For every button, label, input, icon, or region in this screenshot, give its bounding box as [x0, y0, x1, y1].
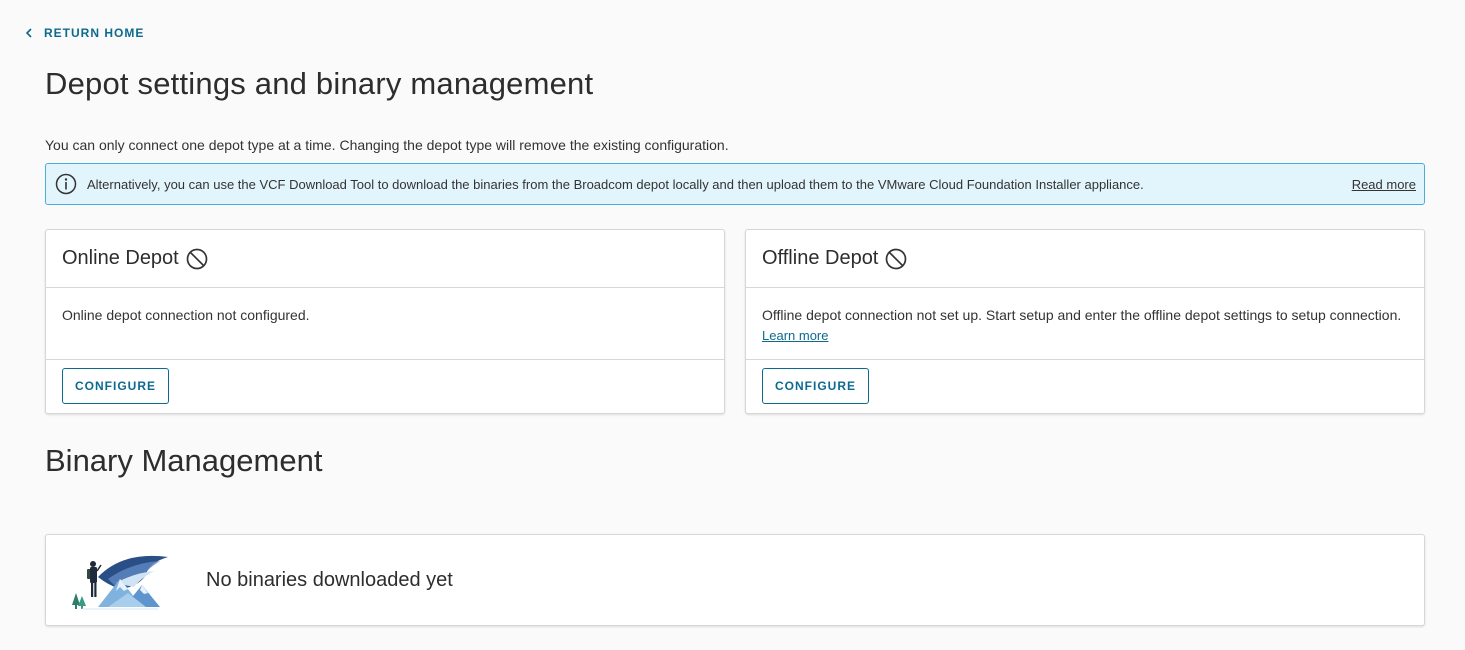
- offline-depot-card: Offline Depot Offline depot connection n…: [745, 229, 1425, 414]
- offline-depot-header: Offline Depot: [746, 230, 1424, 288]
- ban-icon: [186, 248, 208, 269]
- online-configure-button[interactable]: CONFIGURE: [62, 368, 169, 404]
- online-depot-footer: CONFIGURE: [46, 360, 724, 412]
- offline-depot-body: Offline depot connection not set up. Sta…: [746, 288, 1424, 360]
- offline-depot-message: Offline depot connection not set up. Sta…: [762, 307, 1402, 323]
- learn-more-link[interactable]: Learn more: [762, 328, 828, 343]
- return-home-label: RETURN HOME: [44, 26, 145, 40]
- hiker-mountains-illustration: [72, 555, 168, 610]
- online-depot-message: Online depot connection not configured.: [62, 307, 310, 323]
- read-more-link[interactable]: Read more: [1352, 177, 1416, 192]
- offline-depot-title: Offline Depot: [762, 247, 879, 269]
- chevron-left-icon: [25, 28, 32, 38]
- binaries-empty-state: No binaries downloaded yet: [45, 534, 1425, 626]
- info-alert: Alternatively, you can use the VCF Downl…: [45, 163, 1425, 205]
- online-depot-body: Online depot connection not configured.: [46, 288, 724, 360]
- info-icon: [55, 173, 77, 195]
- return-home-link[interactable]: RETURN HOME: [23, 26, 144, 40]
- page-title: Depot settings and binary management: [45, 66, 594, 101]
- alert-text: Alternatively, you can use the VCF Downl…: [87, 176, 1144, 192]
- online-depot-title: Online Depot: [62, 247, 179, 269]
- ban-icon: [886, 248, 907, 269]
- empty-state-message: No binaries downloaded yet: [206, 568, 453, 591]
- intro-text: You can only connect one depot type at a…: [45, 137, 729, 153]
- offline-configure-button[interactable]: CONFIGURE: [762, 368, 869, 404]
- online-depot-header: Online Depot: [46, 230, 724, 288]
- page: RETURN HOME Depot settings and binary ma…: [0, 0, 1465, 650]
- binary-management-title: Binary Management: [45, 443, 323, 478]
- online-depot-card: Online Depot Online depot connection not…: [45, 229, 725, 414]
- offline-depot-footer: CONFIGURE: [746, 360, 1424, 412]
